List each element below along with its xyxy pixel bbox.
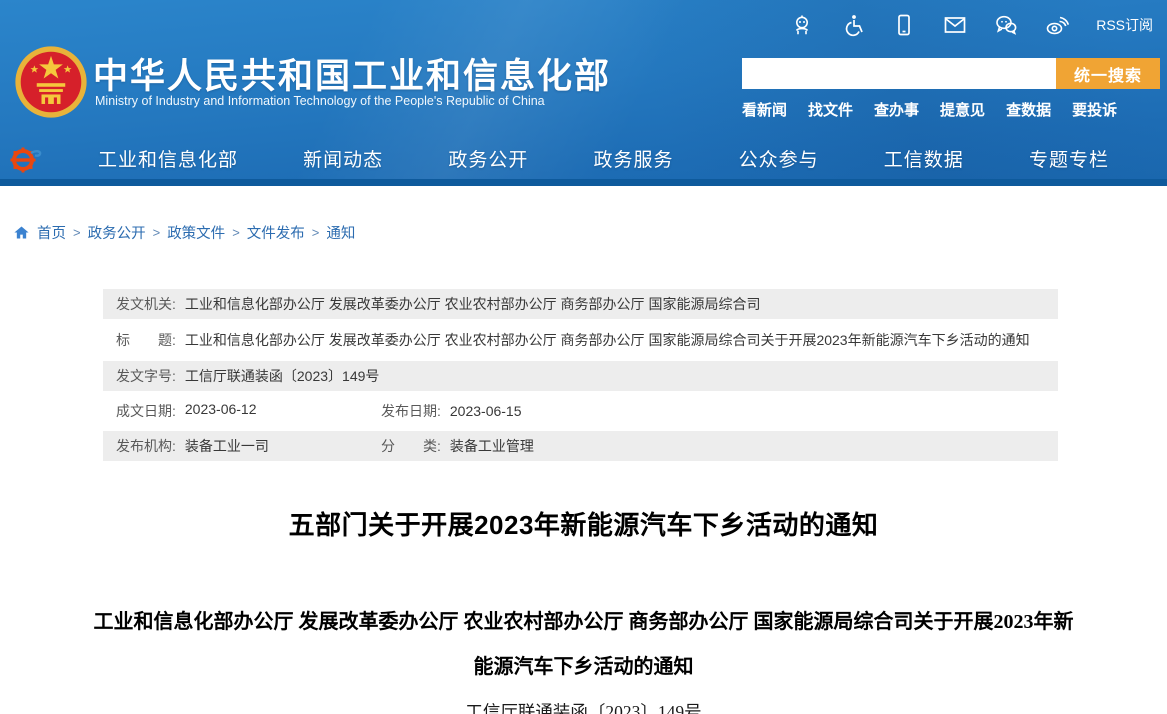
meta-row-title: 标 题: 工业和信息化部办公厅 发展改革委办公厅 农业农村部办公厅 商务部办公厅…: [103, 322, 1058, 358]
meta-label: 分 类:: [381, 436, 441, 456]
nav-item-gov-services[interactable]: 政务服务: [593, 145, 673, 172]
document-subtitle: 工业和信息化部办公厅 发展改革委办公厅 农业农村部办公厅 商务部办公厅 国家能源…: [91, 600, 1076, 690]
meta-row-issuing-agency: 发文机关: 工业和信息化部办公厅 发展改革委办公厅 农业农村部办公厅 商务部办公…: [103, 289, 1058, 319]
accessibility-icon[interactable]: [841, 13, 865, 37]
breadcrumb-separator: >: [232, 225, 240, 240]
meta-label: 发文机关:: [116, 294, 176, 314]
meta-value: 工信厅联通装函〔2023〕149号: [185, 366, 380, 386]
quick-link-data[interactable]: 查数据: [1006, 99, 1051, 120]
meta-label: 发布日期:: [381, 401, 441, 421]
site-banner: RSS订阅 中华人民共和国工业和信息化部 Ministry of Industr…: [0, 0, 1167, 186]
meta-value: 2023-06-15: [450, 403, 522, 419]
search-input[interactable]: [742, 58, 1056, 89]
breadcrumb-separator: >: [73, 225, 81, 240]
nav-items: 工业和信息化部 新闻动态 政务公开 政务服务 公众参与 工信数据 专题专栏: [98, 145, 1109, 172]
main-nav: 工业和信息化部 新闻动态 政务公开 政务服务 公众参与 工信数据 专题专栏: [0, 138, 1167, 179]
meta-row-doc-number: 发文字号: 工信厅联通装函〔2023〕149号: [103, 361, 1058, 391]
mobile-icon[interactable]: [892, 13, 916, 37]
wechat-icon[interactable]: [994, 13, 1018, 37]
quick-link-files[interactable]: 找文件: [808, 99, 853, 120]
site-title-en: Ministry of Industry and Information Tec…: [95, 94, 545, 108]
search-bar: 统一搜索: [742, 58, 1160, 89]
mail-icon[interactable]: [943, 13, 967, 37]
document-title: 五部门关于开展2023年新能源汽车下乡活动的通知: [0, 505, 1167, 542]
nav-item-ministry[interactable]: 工业和信息化部: [98, 145, 238, 172]
meta-row-dates: 成文日期: 2023-06-12 发布日期: 2023-06-15: [103, 394, 1058, 428]
unified-search-button[interactable]: 统一搜索: [1056, 58, 1160, 89]
nav-item-miit-data[interactable]: 工信数据: [884, 145, 964, 172]
document-number: 工信厅联通装函〔2023〕149号: [0, 699, 1167, 714]
meta-value: 2023-06-12: [185, 401, 257, 421]
breadcrumb: 首页 > 政务公开 > 政策文件 > 文件发布 > 通知: [0, 186, 1167, 243]
robot-icon[interactable]: [790, 13, 814, 37]
meta-value: 装备工业管理: [450, 436, 534, 456]
meta-label: 成文日期:: [116, 401, 176, 421]
breadcrumb-home[interactable]: 首页: [37, 222, 66, 243]
nav-item-special-topics[interactable]: 专题专栏: [1029, 145, 1109, 172]
breadcrumb-separator: >: [312, 225, 320, 240]
breadcrumb-policy-files[interactable]: 政策文件: [167, 222, 225, 243]
nav-item-news[interactable]: 新闻动态: [303, 145, 383, 172]
document-meta-table: 发文机关: 工业和信息化部办公厅 发展改革委办公厅 农业农村部办公厅 商务部办公…: [103, 289, 1058, 461]
nav-item-participation[interactable]: 公众参与: [739, 145, 819, 172]
quick-link-services[interactable]: 查办事: [874, 99, 919, 120]
site-title-cn: 中华人民共和国工业和信息化部: [93, 48, 611, 99]
quick-link-news[interactable]: 看新闻: [742, 99, 787, 120]
topbar: RSS订阅: [790, 13, 1153, 37]
national-emblem-logo: [13, 44, 89, 120]
egov-gear-icon: [8, 141, 44, 177]
meta-label: 发文字号:: [116, 366, 176, 386]
banner-bottom-strip: [0, 179, 1167, 186]
meta-value: 工业和信息化部办公厅 发展改革委办公厅 农业农村部办公厅 商务部办公厅 国家能源…: [185, 330, 1030, 350]
breadcrumb-separator: >: [153, 225, 161, 240]
quick-links: 看新闻 找文件 查办事 提意见 查数据 要投诉: [742, 99, 1117, 120]
meta-label: 发布机构:: [116, 436, 176, 456]
breadcrumb-gov-affairs[interactable]: 政务公开: [88, 222, 146, 243]
quick-link-suggest[interactable]: 提意见: [940, 99, 985, 120]
weibo-icon[interactable]: [1045, 13, 1069, 37]
nav-item-gov-affairs[interactable]: 政务公开: [448, 145, 528, 172]
breadcrumb-notice[interactable]: 通知: [326, 222, 355, 243]
quick-link-complain[interactable]: 要投诉: [1072, 99, 1117, 120]
meta-value: 工业和信息化部办公厅 发展改革委办公厅 农业农村部办公厅 商务部办公厅 国家能源…: [185, 294, 761, 314]
home-icon[interactable]: [13, 224, 30, 241]
breadcrumb-file-release[interactable]: 文件发布: [247, 222, 305, 243]
meta-label: 标 题:: [116, 330, 176, 350]
meta-value: 装备工业一司: [185, 436, 269, 456]
rss-subscribe-link[interactable]: RSS订阅: [1096, 15, 1153, 35]
meta-row-publisher: 发布机构: 装备工业一司 分 类: 装备工业管理: [103, 431, 1058, 461]
